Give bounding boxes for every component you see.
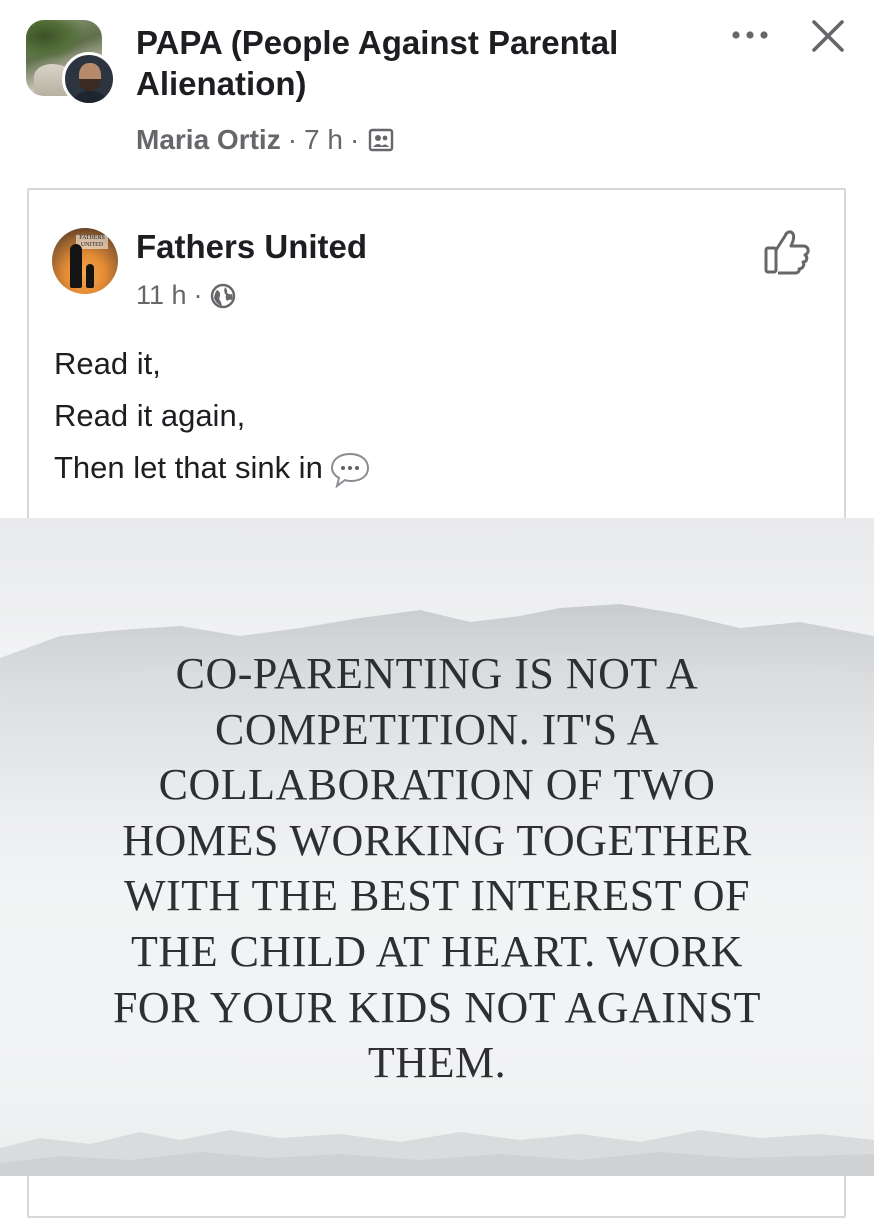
page-avatar-father	[70, 244, 82, 288]
like-button[interactable]	[760, 226, 814, 278]
page-avatar-child	[86, 264, 94, 288]
like-icon	[764, 230, 810, 275]
speech-balloon-icon	[330, 452, 369, 489]
shared-post-meta: 11 h ·	[136, 280, 236, 311]
image-quote-text: CO-PARENTING IS NOT A COMPETITION. IT'S …	[112, 649, 762, 1088]
post-meta: Maria Ortiz · 7 h ·	[136, 124, 394, 156]
caption-line: Read it,	[54, 346, 161, 381]
author-name-link[interactable]: Maria Ortiz	[136, 124, 281, 156]
caption-line: Read it again,	[54, 398, 246, 433]
post-caption: Read it, Read it again, Then let that si…	[54, 338, 371, 494]
post-timestamp[interactable]: 7 h	[304, 124, 343, 156]
meta-separator: ·	[287, 124, 298, 155]
page-avatar[interactable]: FATHERS UNITED	[52, 228, 118, 294]
author-avatar-shirt	[69, 91, 111, 103]
meta-separator: ·	[193, 280, 203, 310]
members-icon	[369, 128, 394, 152]
more-horizontal-icon	[732, 31, 768, 39]
globe-icon	[210, 283, 235, 308]
page-name-link[interactable]: Fathers United	[136, 228, 367, 266]
caption-line: Then let that sink in	[54, 442, 371, 494]
author-avatar-beard	[79, 79, 101, 91]
close-button[interactable]	[806, 14, 850, 58]
caption-line-text: Then let that sink in	[54, 450, 323, 485]
shared-post-timestamp[interactable]: 11 h	[136, 280, 187, 311]
author-avatar[interactable]	[62, 52, 116, 106]
group-name-link[interactable]: PAPA (People Against Parental Alienation…	[136, 22, 706, 104]
close-icon	[812, 20, 844, 52]
more-options-button[interactable]	[728, 22, 772, 48]
meta-separator: ·	[349, 124, 360, 155]
post-image[interactable]: CO-PARENTING IS NOT A COMPETITION. IT'S …	[0, 518, 874, 1176]
